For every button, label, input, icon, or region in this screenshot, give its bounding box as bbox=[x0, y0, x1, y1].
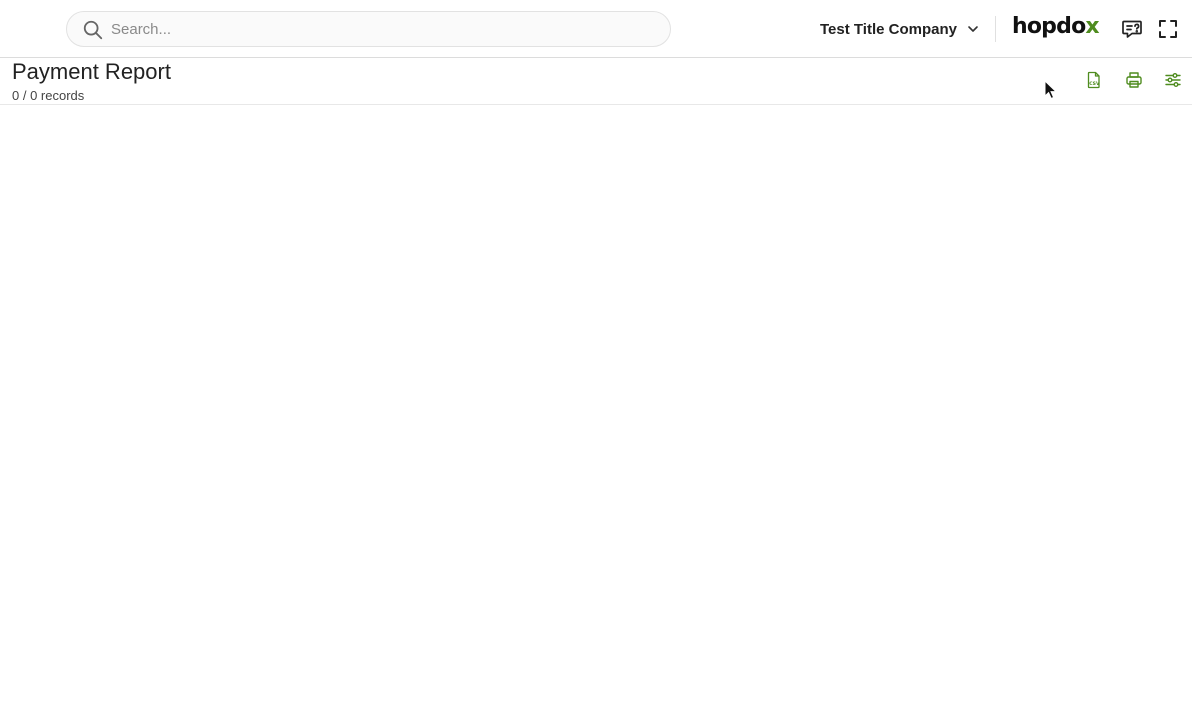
fullscreen-icon[interactable] bbox=[1156, 17, 1180, 41]
print-icon[interactable] bbox=[1125, 71, 1143, 89]
hopdox-logo[interactable]: hopdox bbox=[1012, 12, 1100, 42]
search-bar[interactable] bbox=[66, 11, 671, 47]
logo-accent: x bbox=[1085, 14, 1099, 39]
logo-text: hopdo bbox=[1012, 14, 1086, 39]
company-selector[interactable]: Test Title Company bbox=[812, 14, 987, 44]
chat-help-icon[interactable] bbox=[1120, 17, 1144, 41]
export-csv-icon[interactable]: CSV bbox=[1085, 71, 1103, 89]
chevron-down-icon bbox=[968, 26, 978, 32]
report-header: Payment Report 0 / 0 records CSV bbox=[0, 58, 1192, 105]
search-icon bbox=[83, 20, 103, 40]
search-input[interactable] bbox=[109, 17, 649, 41]
top-bar: Test Title Company hopdox bbox=[0, 0, 1192, 58]
record-count: 0 / 0 records bbox=[12, 88, 85, 103]
page-title: Payment Report bbox=[12, 59, 171, 84]
report-content-area bbox=[0, 106, 1192, 722]
svg-text:CSV: CSV bbox=[1089, 81, 1100, 87]
header-divider bbox=[995, 16, 996, 42]
company-name: Test Title Company bbox=[820, 20, 957, 38]
filter-settings-icon[interactable] bbox=[1164, 71, 1182, 89]
